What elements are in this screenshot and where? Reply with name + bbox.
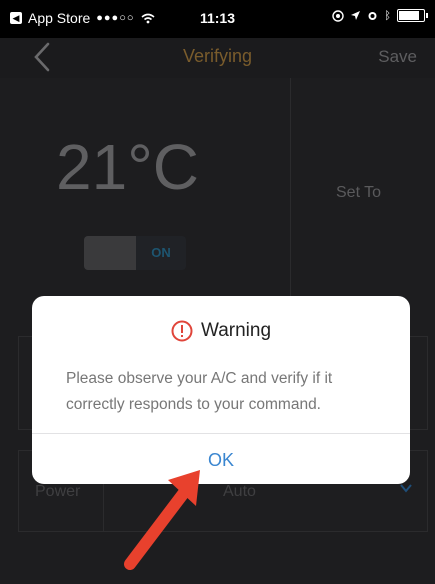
dialog-message: Please observe your A/C and verify if it… [66, 370, 333, 413]
set-to-label[interactable]: Set To [336, 184, 381, 202]
red-arrow-icon [124, 470, 200, 570]
battery-icon [397, 9, 428, 22]
location-icon [332, 9, 345, 22]
power-toggle[interactable]: ON [84, 236, 186, 270]
navigation-bar: Verifying Save [0, 38, 435, 78]
dialog-title: Warning [32, 320, 410, 342]
status-right: ᛒ [332, 9, 428, 22]
navigation-arrow-icon [351, 11, 361, 20]
toggle-knob [84, 236, 136, 270]
warning-icon [171, 320, 193, 342]
toggle-on-label: ON [151, 245, 171, 260]
status-bar: ◀ App Store ●●●○○ 11:13 ᛒ [0, 0, 435, 38]
bluetooth-icon: ᛒ [384, 9, 391, 22]
alarm-icon [368, 12, 377, 20]
power-label: Power [35, 483, 81, 500]
current-temperature: 21°C [56, 131, 199, 203]
dialog-separator [32, 433, 410, 434]
dialog-title-text: Warning [200, 320, 272, 341]
panel-divider [290, 78, 291, 318]
save-button[interactable]: Save [378, 47, 417, 67]
page-title: Verifying [182, 46, 253, 66]
